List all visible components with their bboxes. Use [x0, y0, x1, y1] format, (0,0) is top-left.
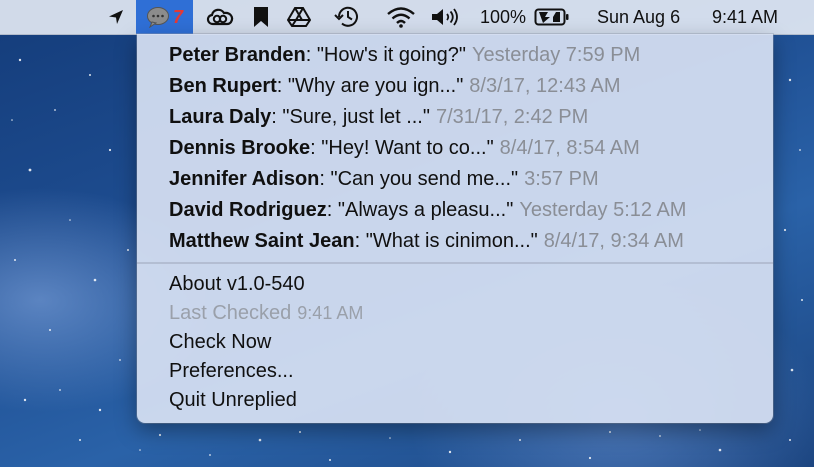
time-machine-icon[interactable] [330, 0, 364, 34]
message-time: Yesterday 5:12 AM [519, 199, 687, 221]
message-time: 7/31/17, 2:42 PM [435, 106, 589, 128]
last-checked-label: Last Checked [169, 302, 292, 324]
message-time: 3:57 PM [524, 168, 599, 190]
message-sender: Matthew Saint Jean [169, 230, 355, 252]
message-sender: Ben Rupert [169, 75, 277, 97]
message-item[interactable]: Laura Daly: "Sure, just let ..." 7/31/17,… [169, 102, 686, 133]
message-sender: Jennifer Adison [169, 168, 320, 190]
battery-percent[interactable]: 100% [478, 0, 528, 34]
last-checked-value: 9:41 AM [297, 303, 364, 323]
unreplied-dropdown-menu: Peter Branden: "How's it going?" Yesterda… [137, 34, 773, 423]
creative-cloud-icon[interactable] [203, 0, 237, 34]
location-arrow-icon[interactable] [102, 0, 130, 34]
message-preview: : "Hey! Want to co..." [310, 137, 494, 159]
message-preview: : "Sure, just let ..." [271, 106, 430, 128]
message-preview: : "Can you send me..." [319, 168, 519, 190]
unreplied-menu-button[interactable]: 7 [136, 0, 193, 34]
message-time: Yesterday 7:59 PM [472, 44, 641, 66]
message-time: 8/3/17, 12:43 AM [469, 75, 621, 97]
message-sender: Peter Branden [169, 44, 306, 66]
menu-bar: 7 100% Sun Aug 6 9:41 AM [0, 0, 814, 35]
message-preview: : "Always a pleasu..." [326, 199, 514, 221]
message-item[interactable]: Jennifer Adison: "Can you send me..." 3:5… [169, 164, 686, 195]
unread-count-badge: 7 [172, 6, 183, 27]
about-menu-item[interactable]: About v1.0-540 [169, 270, 363, 299]
message-sender: Dennis Brooke [169, 137, 311, 159]
bookmark-icon[interactable] [248, 0, 274, 34]
menu-separator [137, 262, 773, 264]
battery-charging-icon[interactable] [532, 0, 572, 34]
preferences-menu-item[interactable]: Preferences... [169, 357, 363, 386]
last-checked-menu-item: Last Checked 9:41 AM [169, 299, 363, 328]
message-list: Peter Branden: "How's it going?" Yesterda… [169, 40, 686, 257]
message-preview: : "How's it going?" [305, 44, 467, 66]
wifi-icon[interactable] [384, 0, 418, 34]
message-time: 8/4/17, 8:54 AM [499, 137, 640, 159]
menubar-clock[interactable]: 9:41 AM [712, 0, 798, 34]
volume-icon[interactable] [428, 0, 462, 34]
check-now-menu-item[interactable]: Check Now [169, 328, 363, 357]
message-sender: David Rodriguez [169, 199, 327, 221]
message-preview: : "What is cinimon..." [354, 230, 538, 252]
chat-bubble-icon [146, 7, 169, 28]
message-sender: Laura Daly [169, 106, 272, 128]
message-time: 8/4/17, 9:34 AM [543, 230, 684, 252]
message-item[interactable]: Dennis Brooke: "Hey! Want to co..." 8/4/1… [169, 133, 686, 164]
message-item[interactable]: David Rodriguez: "Always a pleasu..." Yes… [169, 195, 686, 226]
menu-actions: About v1.0-540 Last Checked 9:41 AM Check… [169, 270, 363, 415]
message-item[interactable]: Peter Branden: "How's it going?" Yesterda… [169, 40, 686, 71]
quit-menu-item[interactable]: Quit Unreplied [169, 386, 363, 415]
message-item[interactable]: Ben Rupert: "Why are you ign..." 8/3/17, … [169, 71, 686, 102]
message-item[interactable]: Matthew Saint Jean: "What is cinimon..."… [169, 226, 686, 257]
menubar-date[interactable]: Sun Aug 6 [597, 0, 707, 34]
google-drive-icon[interactable] [284, 0, 314, 34]
message-preview: : "Why are you ign..." [276, 75, 464, 97]
